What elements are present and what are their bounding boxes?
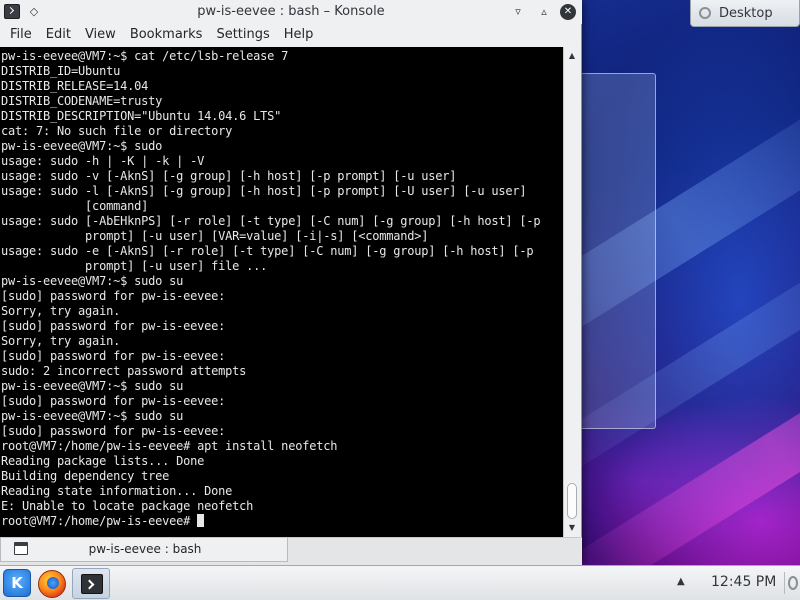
- terminal-line: DISTRIB_DESCRIPTION="Ubuntu 14.04.6 LTS": [1, 109, 282, 123]
- menu-help[interactable]: Help: [277, 24, 321, 46]
- tab-bar: pw-is-eevee : bash: [0, 537, 582, 565]
- panel-divider: [784, 572, 785, 594]
- terminal-line: usage: sudo -v [-AknS] [-g group] [-h ho…: [1, 169, 457, 183]
- terminal-line: prompt] [-u user] [VAR=value] [-i|-s] [<…: [1, 229, 429, 243]
- terminal-line: E: Unable to locate package neofetch: [1, 499, 254, 513]
- terminal-line: pw-is-eevee@VM7:~$ sudo su: [1, 379, 184, 393]
- title-bar[interactable]: ◇ pw-is-eevee : bash – Konsole ▿ ▵ ✕: [0, 0, 582, 24]
- menu-bookmarks[interactable]: Bookmarks: [123, 24, 210, 46]
- terminal-line: pw-is-eevee@VM7:~$ sudo su: [1, 274, 184, 288]
- terminal-line: pw-is-eevee@VM7:~$ sudo su: [1, 409, 184, 423]
- terminal-line: usage: sudo -h | -K | -k | -V: [1, 154, 205, 168]
- konsole-window[interactable]: ◇ pw-is-eevee : bash – Konsole ▿ ▵ ✕ Fil…: [0, 0, 582, 565]
- text-cursor: [197, 514, 205, 527]
- close-button[interactable]: ✕: [560, 4, 576, 20]
- toolbox-icon: [699, 7, 711, 19]
- terminal-line: [sudo] password for pw-is-eevee:: [1, 394, 226, 408]
- terminal-line: pw-is-eevee@VM7:~$ sudo: [1, 139, 163, 153]
- menu-file[interactable]: File: [3, 24, 39, 46]
- terminal-output: pw-is-eevee@VM7:~$ cat /etc/lsb-release …: [1, 49, 541, 529]
- terminal-line: Sorry, try again.: [1, 334, 121, 348]
- minimize-button[interactable]: ▿: [510, 4, 526, 20]
- menu-edit[interactable]: Edit: [39, 24, 78, 46]
- plasma-cashew-icon[interactable]: [788, 576, 798, 590]
- system-tray-expand-icon[interactable]: ▲: [677, 576, 685, 587]
- terminal-line: Reading state information... Done: [1, 484, 233, 498]
- terminal-line: root@VM7:/home/pw-is-eevee# apt install …: [1, 439, 338, 453]
- scroll-up-button[interactable]: ▲: [565, 49, 579, 63]
- konsole-icon: [81, 574, 103, 594]
- window-title: pw-is-eevee : bash – Konsole: [197, 4, 385, 19]
- menu-settings[interactable]: Settings: [209, 24, 276, 46]
- menu-view[interactable]: View: [78, 24, 123, 46]
- taskbar-panel: K ▲ 12:45 PM: [0, 565, 800, 600]
- scroll-down-button[interactable]: ▼: [565, 521, 579, 535]
- konsole-task-button[interactable]: [72, 568, 110, 599]
- terminal-line: DISTRIB_RELEASE=14.04: [1, 79, 149, 93]
- desktop-toolbox-button[interactable]: Desktop: [690, 0, 800, 27]
- kde-kickoff-icon[interactable]: K: [3, 569, 31, 597]
- terminal-prompt: root@VM7:/home/pw-is-eevee#: [1, 514, 198, 528]
- firefox-icon[interactable]: [38, 570, 66, 598]
- maximize-button[interactable]: ▵: [536, 4, 552, 20]
- terminal-line: Sorry, try again.: [1, 304, 121, 318]
- terminal-scrollbar[interactable]: ▲ ▼: [563, 47, 579, 537]
- terminal-line: Building dependency tree: [1, 469, 170, 483]
- terminal-line: pw-is-eevee@VM7:~$ cat /etc/lsb-release …: [1, 49, 289, 63]
- tab-session[interactable]: pw-is-eevee : bash: [0, 538, 288, 562]
- scroll-track[interactable]: [567, 65, 577, 519]
- terminal-line: cat: 7: No such file or directory: [1, 124, 233, 138]
- terminal-line: usage: sudo -l [-AknS] [-g group] [-h ho…: [1, 184, 527, 198]
- menu-bar: File Edit View Bookmarks Settings Help: [0, 24, 582, 46]
- terminal-line: DISTRIB_CODENAME=trusty: [1, 94, 163, 108]
- terminal-line: [sudo] password for pw-is-eevee:: [1, 289, 226, 303]
- terminal-line: [sudo] password for pw-is-eevee:: [1, 424, 226, 438]
- terminal-line: prompt] [-u user] file ...: [1, 259, 268, 273]
- terminal-line: [command]: [1, 199, 149, 213]
- terminal-line: sudo: 2 incorrect password attempts: [1, 364, 247, 378]
- terminal-line: usage: sudo -e [-AknS] [-r role] [-t typ…: [1, 244, 534, 258]
- terminal-line: [sudo] password for pw-is-eevee:: [1, 349, 226, 363]
- desktop-button-label: Desktop: [719, 5, 773, 21]
- scroll-thumb[interactable]: [567, 483, 577, 519]
- tab-label: pw-is-eevee : bash: [88, 542, 202, 556]
- terminal-line: DISTRIB_ID=Ubuntu: [1, 64, 121, 78]
- terminal-line: Reading package lists... Done: [1, 454, 205, 468]
- terminal-line: [sudo] password for pw-is-eevee:: [1, 319, 226, 333]
- terminal-line: usage: sudo [-AbEHknPS] [-r role] [-t ty…: [1, 214, 541, 228]
- clock[interactable]: 12:45 PM: [711, 574, 776, 590]
- terminal-lines: pw-is-eevee@VM7:~$ cat /etc/lsb-release …: [1, 49, 541, 513]
- terminal-display[interactable]: pw-is-eevee@VM7:~$ cat /etc/lsb-release …: [0, 47, 563, 537]
